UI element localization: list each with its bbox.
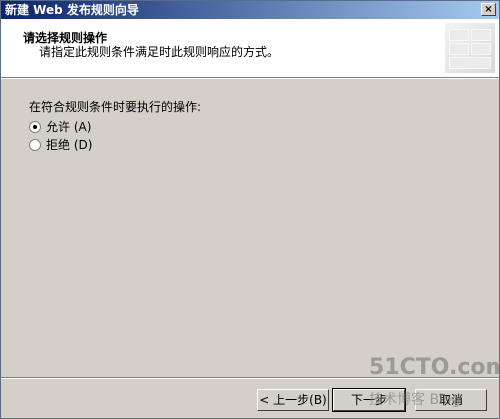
watermark-logo: 51CTO.com — [369, 355, 500, 380]
back-button[interactable]: < 上一步(B) — [257, 389, 329, 411]
deny-radio[interactable] — [29, 138, 41, 151]
allow-radio[interactable] — [29, 120, 41, 133]
close-icon: × — [484, 4, 493, 15]
window-title: 新建 Web 发布规则向导 — [5, 3, 139, 17]
wizard-header-image — [445, 23, 495, 73]
allow-option[interactable]: 允许 (A) — [29, 118, 91, 135]
wizard-header: 请选择规则操作 请指定此规则条件满足时此规则响应的方式。 — [1, 19, 499, 77]
watermark-subtext: 技术博客 Blog — [369, 392, 461, 408]
header-divider — [1, 77, 499, 79]
wizard-window: 新建 Web 发布规则向导 × 请选择规则操作 请指定此规则条件满足时此规则响应… — [0, 0, 500, 419]
deny-option[interactable]: 拒绝 (D) — [29, 136, 92, 153]
action-prompt: 在符合规则条件时要执行的操作: — [29, 100, 202, 114]
allow-label[interactable]: 允许 (A) — [46, 118, 91, 135]
close-button[interactable]: × — [481, 3, 496, 16]
title-bar[interactable]: 新建 Web 发布规则向导 × — [1, 1, 499, 19]
deny-label[interactable]: 拒绝 (D) — [46, 136, 92, 153]
page-subtitle: 请指定此规则条件满足时此规则响应的方式。 — [39, 45, 280, 59]
